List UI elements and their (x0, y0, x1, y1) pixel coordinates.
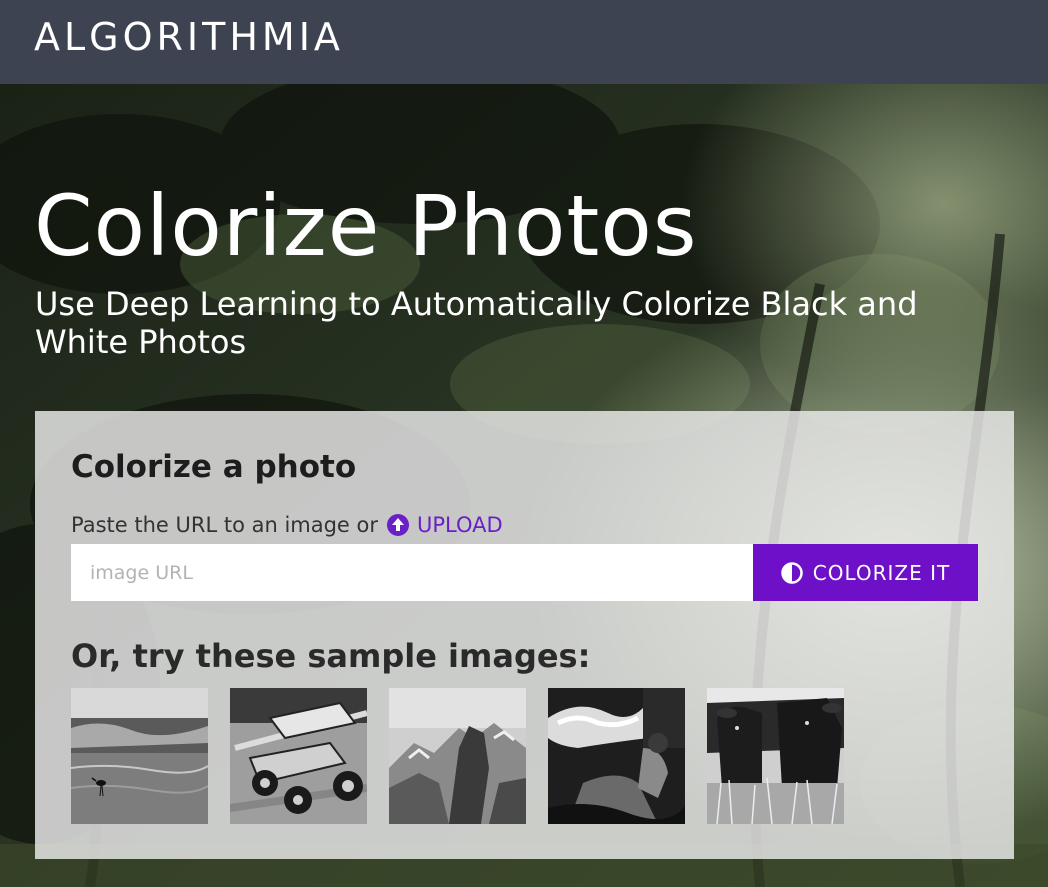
colorize-it-button[interactable]: COLORIZE IT (753, 544, 978, 601)
upload-label: UPLOAD (417, 513, 503, 537)
samples-heading: Or, try these sample images: (71, 637, 591, 675)
sample-images-list (71, 688, 844, 824)
algorithmia-logo[interactable]: ALGORITHMIA (34, 18, 344, 56)
page-subtitle: Use Deep Learning to Automatically Color… (35, 285, 918, 361)
sample-image-sprint-car[interactable] (230, 688, 367, 824)
sample-image-half-dome[interactable] (389, 688, 526, 824)
sample-image-bird-on-shore[interactable] (71, 688, 208, 824)
paste-label: Paste the URL to an image or (71, 513, 379, 537)
sample-image-cows[interactable] (707, 688, 844, 824)
paste-instructions: Paste the URL to an image or UPLOAD (71, 513, 503, 537)
image-url-input[interactable] (71, 544, 753, 601)
top-navbar: ALGORITHMIA (0, 0, 1048, 84)
colorize-card: Colorize a photo Paste the URL to an ima… (35, 411, 1014, 859)
sample-image-fire-breather[interactable] (548, 688, 685, 824)
upload-circle-icon (386, 513, 410, 537)
hero-section: Colorize Photos Use Deep Learning to Aut… (0, 84, 1048, 887)
colorize-button-label: COLORIZE IT (812, 560, 951, 585)
page-title: Colorize Photos (34, 177, 698, 275)
card-title: Colorize a photo (71, 449, 357, 485)
upload-link[interactable]: UPLOAD (386, 513, 503, 537)
contrast-icon (781, 561, 803, 584)
